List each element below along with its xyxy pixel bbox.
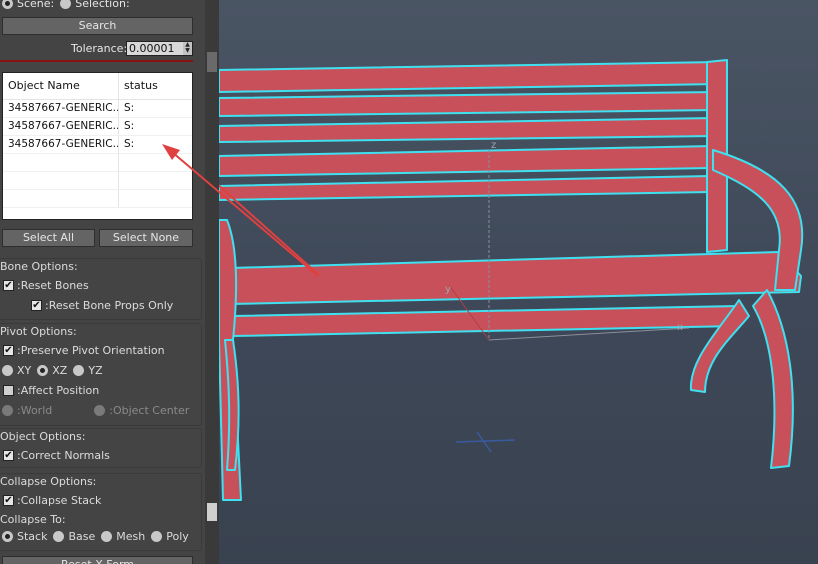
list-item-status: S: (124, 102, 135, 114)
reset-xform-button[interactable]: Reset X Form (2, 556, 193, 564)
select-none-button[interactable]: Select None (99, 229, 193, 247)
collapse-mesh-label: Mesh (116, 530, 146, 543)
collapse-stack-radio[interactable] (2, 531, 13, 542)
affect-position-row: :Affect Position (3, 384, 99, 397)
object-center-label: :Object Center (109, 404, 190, 417)
list-item-empty (3, 190, 192, 208)
collapse-stack-label: :Collapse Stack (17, 494, 102, 507)
divider (0, 60, 193, 62)
list-item-empty (3, 172, 192, 190)
list-item-status: S: (124, 138, 135, 150)
axis-z-label: z (491, 140, 496, 151)
bench-model: z y x (219, 59, 804, 501)
bench-back-slat (219, 145, 714, 177)
reset-bone-props-label: :Reset Bone Props Only (45, 299, 174, 312)
origin-cross-icon (455, 431, 516, 453)
affect-position-checkbox[interactable] (3, 385, 14, 396)
list-item[interactable]: 34587667-GENERIC... S: (3, 136, 192, 154)
tolerance-value: 0.00001 (129, 42, 175, 55)
scene-label: Scene: (17, 0, 55, 10)
preserve-pivot-label: :Preserve Pivot Orientation (17, 344, 165, 357)
object-options-title: Object Options: (0, 430, 86, 443)
pivot-axis-row: XY XZ YZ (2, 364, 103, 377)
world-label: :World (17, 404, 53, 417)
object-center-radio[interactable] (94, 405, 106, 416)
axis-xz-radio[interactable] (37, 365, 49, 376)
object-list[interactable]: Object Name status 34587667-GENERIC... S… (2, 72, 193, 220)
pick-mode-row: Scene: Selection: (2, 0, 130, 10)
world-radio[interactable] (2, 405, 13, 416)
correct-normals-row: ✔ :Correct Normals (3, 449, 110, 462)
bench-back-slat (219, 61, 720, 93)
search-button[interactable]: Search (2, 17, 193, 35)
axis-xy-radio[interactable] (2, 365, 13, 376)
bench-front-rail (232, 305, 740, 337)
affect-position-label: :Affect Position (17, 384, 100, 397)
list-item[interactable]: 34587667-GENERIC... S: (3, 100, 192, 118)
list-item-empty (3, 154, 192, 172)
collapse-target-row: Stack Base Mesh Poly (2, 530, 189, 543)
reset-props-row: ✔ :Reset Bone Props Only (31, 299, 173, 312)
axis-y-label: y (445, 284, 451, 295)
reset-tool-panel: Scene: Selection: Search Tolerance: 0.00… (0, 0, 205, 564)
bench-back-slat (219, 175, 712, 201)
list-item[interactable]: 34587667-GENERIC... S: (3, 118, 192, 136)
collapse-mesh-radio[interactable] (101, 531, 113, 542)
collapse-poly-label: Poly (166, 530, 189, 543)
preserve-pivot-checkbox[interactable]: ✔ (3, 345, 14, 356)
list-item-name: 34587667-GENERIC... (3, 100, 119, 117)
collapse-base-label: Base (68, 530, 96, 543)
collapse-to-label: Collapse To: (0, 513, 66, 526)
axis-xz-label: XZ (52, 364, 68, 377)
column-header-status[interactable]: status (119, 73, 192, 99)
bench-seat (230, 251, 802, 305)
preserve-pivot-row: ✔ :Preserve Pivot Orientation (3, 344, 165, 357)
reset-bone-props-checkbox[interactable]: ✔ (31, 300, 42, 311)
tolerance-spinner[interactable]: 0.00001 ▲ ▼ (126, 41, 193, 56)
collapse-base-radio[interactable] (53, 531, 65, 542)
viewport-3d[interactable]: z y x (219, 0, 818, 564)
panel-scrollbar[interactable] (205, 0, 219, 564)
bench-back-slat (219, 117, 716, 143)
selection-label: Selection: (75, 0, 130, 10)
correct-normals-checkbox[interactable]: ✔ (3, 450, 14, 461)
scrollbar-thumb[interactable] (207, 52, 217, 72)
pivot-options-title: Pivot Options: (0, 325, 77, 338)
scrollbar-handle[interactable] (207, 503, 217, 521)
collapse-poly-radio[interactable] (151, 531, 163, 542)
tolerance-label: Tolerance: (71, 42, 128, 55)
scene-radio[interactable] (2, 0, 13, 9)
tolerance-row: Tolerance: (71, 42, 127, 55)
axis-yz-radio[interactable] (73, 365, 85, 376)
correct-normals-label: :Correct Normals (17, 449, 110, 462)
collapse-stack-target-label: Stack (17, 530, 48, 543)
reset-bones-row: ✔ :Reset Bones (3, 279, 89, 292)
bench-back-slat (219, 91, 718, 117)
collapse-stack-row: ✔ :Collapse Stack (3, 494, 101, 507)
collapse-stack-checkbox[interactable]: ✔ (3, 495, 14, 506)
list-header: Object Name status (3, 73, 192, 100)
pivot-origin-row: :World :Object Center (2, 404, 189, 417)
column-header-object-name[interactable]: Object Name (3, 73, 119, 99)
list-item-name: 34587667-GENERIC... (3, 136, 119, 153)
spinner-arrows-icon[interactable]: ▲ ▼ (183, 42, 192, 55)
bench-right-back-leg (752, 289, 794, 469)
selection-radio[interactable] (60, 0, 72, 9)
list-item-name: 34587667-GENERIC... (3, 118, 119, 135)
axis-xy-label: XY (17, 364, 32, 377)
axis-x-label: x (677, 322, 683, 333)
list-item-status: S: (124, 120, 135, 132)
reset-bones-label: :Reset Bones (17, 279, 89, 292)
axis-yz-label: YZ (88, 364, 103, 377)
collapse-options-title: Collapse Options: (0, 475, 97, 488)
bone-options-title: Bone Options: (0, 260, 78, 273)
reset-bones-checkbox[interactable]: ✔ (3, 280, 14, 291)
select-all-button[interactable]: Select All (2, 229, 95, 247)
